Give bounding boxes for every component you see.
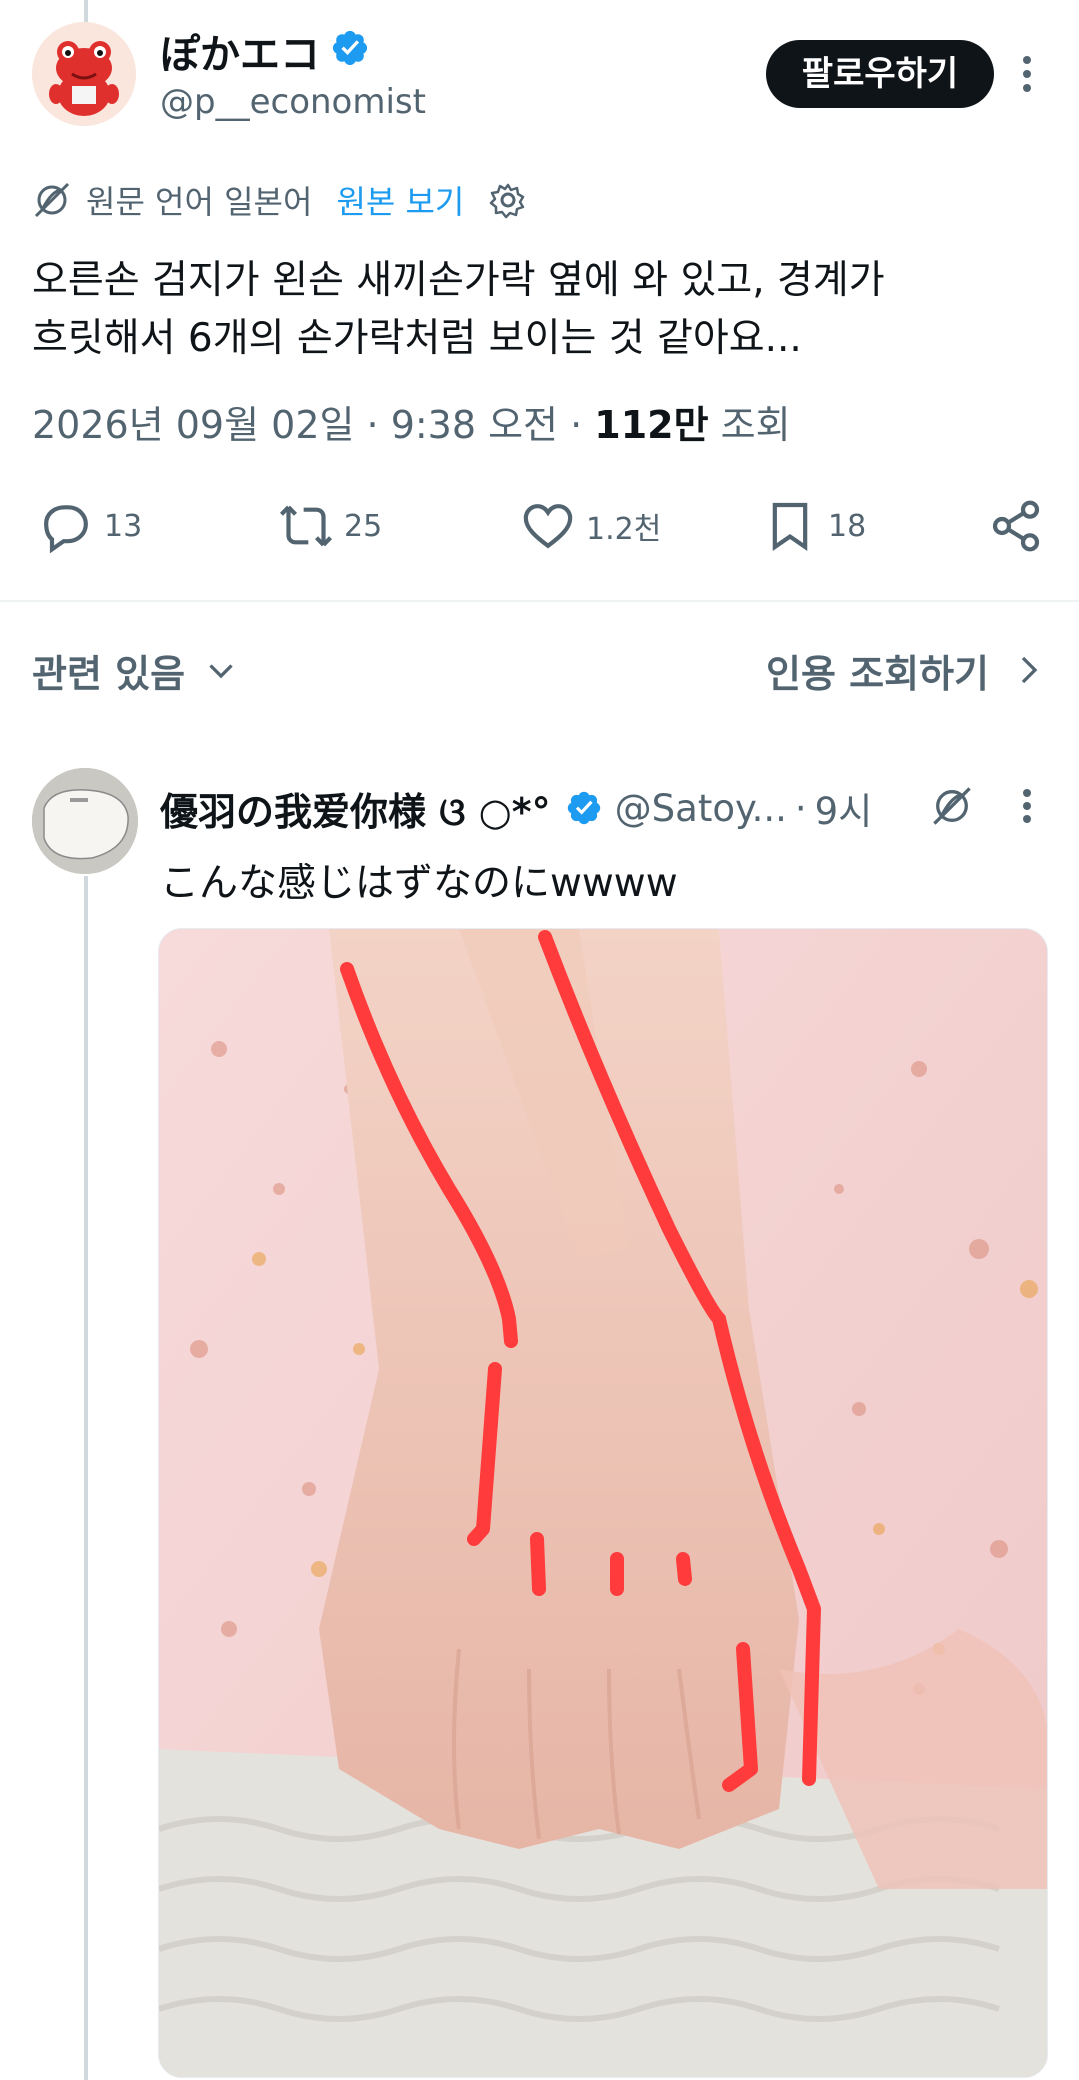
- action-bar: 13 25 1.2천 18: [0, 486, 1079, 566]
- reply-action[interactable]: 13: [38, 500, 143, 554]
- tweet-timestamp[interactable]: 2026년 09월 02일 · 9:38 오전 ·: [32, 403, 594, 447]
- source-language-label: 원문 언어 일본어: [86, 183, 313, 221]
- repost-count: 25: [344, 508, 383, 544]
- translation-bar: 원문 언어 일본어 원본 보기: [32, 176, 528, 224]
- view-quotes-label: 인용 조회하기: [766, 651, 989, 696]
- reply-display-name[interactable]: 優羽の我爱你様 ଓ ○*°: [160, 781, 551, 836]
- section-divider: [0, 600, 1079, 602]
- thread-line: [84, 876, 88, 2080]
- more-options-icon[interactable]: [1014, 52, 1040, 96]
- tweet-text: 오른손 검지가 왼손 새끼손가락 옆에 와 있고, 경계가 흐릿해서 6개의 손…: [32, 252, 1042, 368]
- author-avatar[interactable]: [32, 22, 136, 126]
- bookmark-icon: [772, 502, 808, 552]
- show-original-link[interactable]: 원본 보기: [336, 177, 464, 223]
- reply-count: 13: [104, 508, 143, 544]
- reply-timestamp[interactable]: 9시: [815, 781, 873, 835]
- like-count: 1.2천: [586, 512, 662, 547]
- translate-globe-icon: [34, 182, 70, 218]
- bookmark-action[interactable]: 18: [762, 500, 866, 552]
- verified-badge-icon: [567, 791, 600, 825]
- avatar-photo-icon: [32, 768, 138, 874]
- more-options-icon[interactable]: [1014, 786, 1040, 826]
- hands-photo-image: [159, 929, 1047, 2077]
- heart-icon: [523, 504, 573, 549]
- author-handle[interactable]: @p__economist: [160, 82, 426, 122]
- tweet-header: ぽかエコ @p__economist 팔로우하기: [0, 0, 1079, 140]
- tweet-text-line: 오른손 검지가 왼손 새끼손가락 옆에 와 있고, 경계가: [32, 258, 885, 303]
- share-icon: [992, 500, 1040, 552]
- reply-header: 優羽の我爱你様 ଓ ○*° @Satoy... · 9시: [160, 780, 872, 836]
- reply-author-avatar[interactable]: [32, 768, 138, 874]
- repost-icon: [279, 505, 333, 547]
- tweet-meta: 2026년 09월 02일 · 9:38 오전 · 112만 조회: [32, 394, 791, 449]
- tweet-text-line: 흐릿해서 6개의 손가락처럼 보이는 것 같아요...: [32, 316, 802, 361]
- frog-mascot-icon: [32, 22, 136, 126]
- reply-handle[interactable]: @Satoy...: [615, 787, 787, 830]
- related-label: 관련 있음: [32, 651, 186, 696]
- views-label: 조회: [708, 403, 791, 447]
- view-quotes-link[interactable]: 인용 조회하기: [766, 640, 1047, 700]
- like-action[interactable]: 1.2천: [520, 500, 661, 552]
- translation-settings-gear-icon[interactable]: [488, 180, 528, 220]
- reply-media-image[interactable]: [158, 928, 1048, 2078]
- follow-button[interactable]: 팔로우하기: [766, 40, 994, 108]
- repost-action[interactable]: 25: [278, 500, 382, 552]
- reply-bubble-icon: [44, 505, 88, 554]
- chevron-right-icon: [1021, 656, 1038, 684]
- verified-badge-icon: [332, 30, 368, 66]
- related-dropdown[interactable]: 관련 있음: [32, 640, 239, 700]
- chevron-down-icon: [209, 664, 233, 679]
- views-count: 112만: [594, 403, 709, 447]
- reply-text: こんな感じはずなのにwwww: [160, 861, 678, 906]
- share-action[interactable]: [988, 500, 1044, 552]
- reply-separator: ·: [794, 786, 807, 830]
- bookmark-count: 18: [828, 508, 867, 544]
- translate-globe-icon[interactable]: [930, 784, 974, 828]
- author-display-name[interactable]: ぽかエコ: [160, 22, 320, 80]
